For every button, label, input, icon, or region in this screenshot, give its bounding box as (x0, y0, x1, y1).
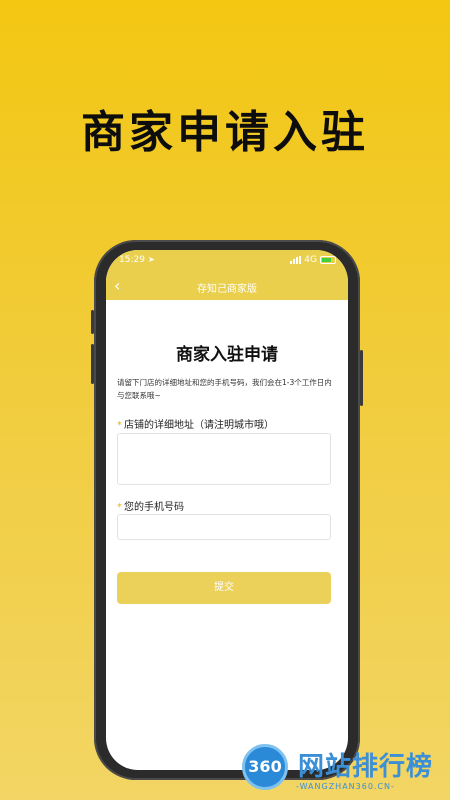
required-mark: * (117, 502, 122, 513)
status-time: 15:29 (119, 255, 145, 265)
watermark-name: 网站排行榜 (298, 752, 434, 782)
promo-headline: 商家申请入驻 (81, 107, 369, 158)
status-indicators: 4G (290, 255, 336, 265)
required-mark: * (117, 420, 122, 431)
phone-input[interactable] (117, 514, 331, 540)
network-type: 4G (304, 255, 317, 265)
address-label: * 店铺的详细地址（请注明城市哦） (117, 416, 274, 431)
address-label-text: 店铺的详细地址（请注明城市哦） (124, 420, 274, 431)
location-arrow-icon: ➤ (148, 255, 155, 264)
phone-side-button-left-2 (91, 344, 94, 384)
address-textarea[interactable] (117, 433, 331, 485)
form-intro: 请留下门店的详细地址和您的手机号码，我们会在1-3个工作日内与您联系哦~ (117, 378, 332, 400)
app-header: 15:29 ➤ 4G ‹ 存知己商家版 (106, 250, 348, 300)
form-title: 商家入驻申请 (176, 345, 278, 365)
phone-screen: 15:29 ➤ 4G ‹ 存知己商家版 商家入驻申请 请留下门店的详细地址和您的… (106, 250, 348, 770)
status-bar: 15:29 ➤ 4G (106, 250, 348, 272)
phone-label: * 您的手机号码 (117, 498, 184, 513)
360-logo-icon: 360 (242, 744, 288, 790)
submit-button[interactable]: 提交 (117, 572, 331, 604)
phone-label-text: 您的手机号码 (124, 502, 184, 513)
phone-frame: 15:29 ➤ 4G ‹ 存知己商家版 商家入驻申请 请留下门店的详细地址和您的… (91, 240, 363, 780)
battery-icon (320, 256, 336, 264)
phone-side-button-left (91, 310, 94, 334)
phone-side-button-right (360, 350, 363, 406)
nav-title: 存知己商家版 (197, 284, 257, 295)
signal-icon (290, 256, 302, 264)
watermark: 360 网站排行榜 -WANGZHAN360.CN- (238, 742, 450, 800)
watermark-domain: -WANGZHAN360.CN- (296, 782, 395, 791)
